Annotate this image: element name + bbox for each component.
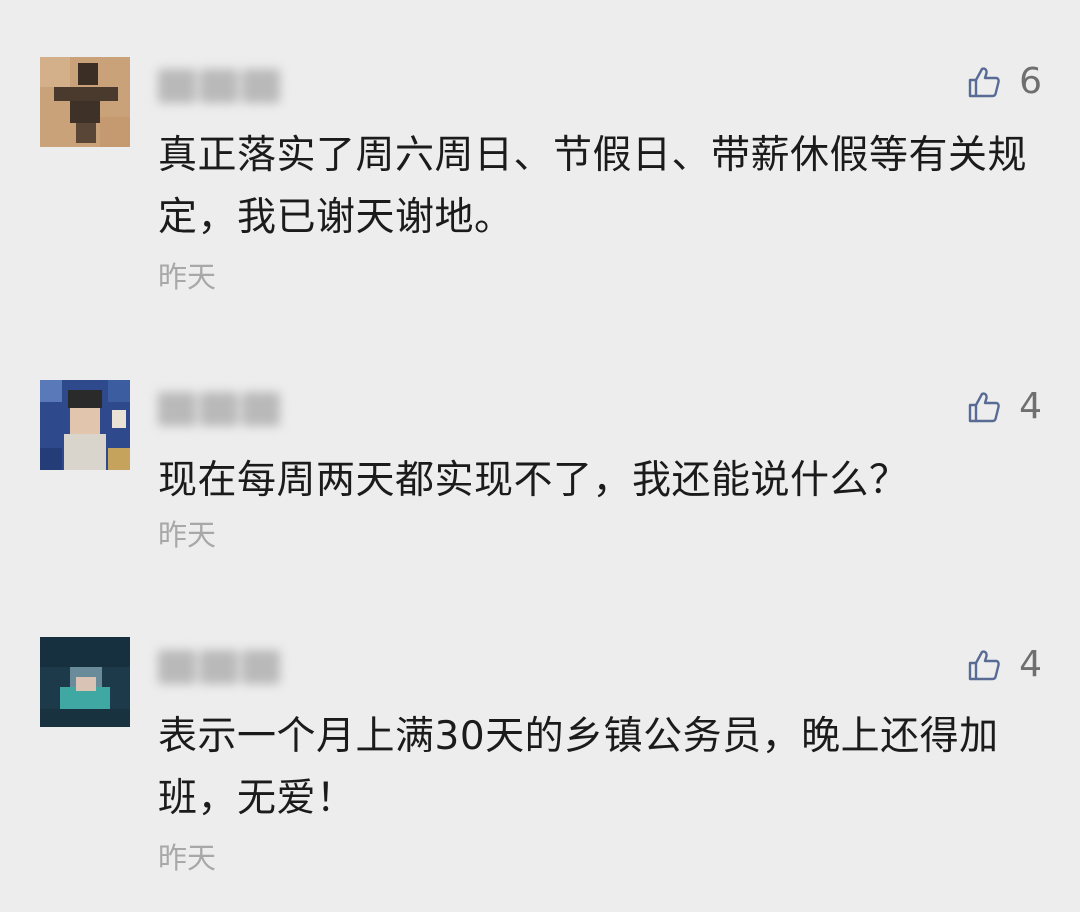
like-button[interactable]: 4 (967, 643, 1042, 687)
comment-text: 现在每周两天都实现不了，我还能说什么？ (158, 458, 909, 503)
like-count: 4 (1019, 644, 1042, 685)
comment-time: 昨天 (158, 518, 217, 552)
comment-text: 真正落实了周六周日、节假日、带薪休假等有关规定，我已谢天谢地。 (158, 133, 1028, 240)
nickname-blurred (158, 64, 284, 108)
nickname-blurred (158, 645, 284, 689)
like-count: 4 (1019, 386, 1042, 427)
thumbs-up-icon (968, 392, 1000, 423)
avatar[interactable] (40, 380, 130, 470)
avatar[interactable] (40, 57, 130, 147)
nickname-blurred (158, 387, 284, 431)
comment-text: 表示一个月上满30天的乡镇公务员，晚上还得加班，无爱！ (158, 714, 999, 821)
like-button[interactable]: 6 (967, 60, 1042, 104)
avatar[interactable] (40, 637, 130, 727)
like-button[interactable]: 4 (967, 385, 1042, 429)
thumbs-up-icon (968, 67, 1000, 98)
comment-time: 昨天 (158, 260, 217, 294)
comment-time: 昨天 (158, 841, 217, 875)
thumbs-up-icon (968, 650, 1000, 681)
like-count: 6 (1019, 61, 1042, 102)
